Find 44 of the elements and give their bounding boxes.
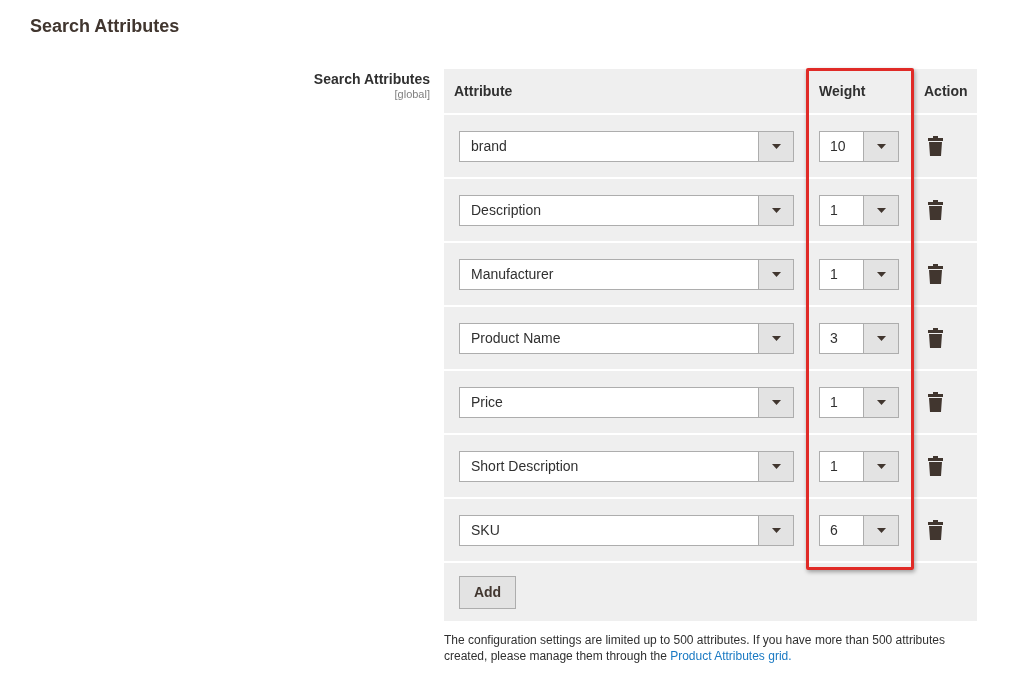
field-label: Search Attributes — [313, 71, 430, 87]
dropdown-arrow-icon — [876, 335, 886, 341]
dropdown-arrow-icon — [771, 527, 781, 533]
add-button[interactable]: Add — [459, 575, 516, 609]
attribute-select[interactable]: Product Name — [459, 322, 794, 354]
attribute-select[interactable]: Price — [459, 386, 794, 418]
trash-icon[interactable] — [928, 392, 943, 412]
attribute-select[interactable]: Short Description — [459, 450, 794, 482]
dropdown-arrow-icon — [876, 463, 886, 469]
trash-icon[interactable] — [928, 136, 943, 156]
dropdown-arrow-icon — [771, 399, 781, 405]
dropdown-arrow-icon — [771, 335, 781, 341]
weight-select[interactable]: 6 — [819, 514, 899, 546]
attribute-select[interactable]: Manufacturer — [459, 258, 794, 290]
weight-select[interactable]: 10 — [819, 130, 899, 162]
dropdown-arrow-icon — [771, 143, 781, 149]
weight-select[interactable]: 1 — [819, 194, 899, 226]
weight-select[interactable]: 1 — [819, 450, 899, 482]
dropdown-arrow-icon — [771, 463, 781, 469]
column-header: Attribute — [453, 83, 514, 99]
weight-select[interactable]: 1 — [819, 258, 899, 290]
trash-icon[interactable] — [928, 520, 943, 540]
product-attributes-link[interactable]: Product Attributes grid. — [670, 649, 792, 663]
dropdown-arrow-icon — [876, 527, 886, 533]
trash-icon[interactable] — [928, 200, 943, 220]
attribute-select[interactable]: SKU — [459, 514, 794, 546]
weight-select[interactable]: 1 — [819, 386, 899, 418]
trash-icon[interactable] — [928, 456, 943, 476]
scope-label: [global] — [394, 88, 430, 100]
dropdown-arrow-icon — [771, 271, 781, 277]
trash-icon[interactable] — [928, 264, 943, 284]
trash-icon[interactable] — [928, 328, 943, 348]
weight-select[interactable]: 3 — [819, 322, 899, 354]
dropdown-arrow-icon — [876, 143, 886, 149]
note-text: The configuration settings are limited up to 500 attributes. If you have more than 500 attributes created, please manage them through the Product Attributes grid. — [444, 632, 946, 664]
column-header: Weight — [818, 83, 867, 99]
column-header: Action — [923, 83, 969, 99]
attribute-select[interactable]: brand — [459, 130, 794, 162]
dropdown-arrow-icon — [876, 207, 886, 213]
dropdown-arrow-icon — [876, 271, 886, 277]
dropdown-arrow-icon — [876, 399, 886, 405]
dropdown-arrow-icon — [771, 207, 781, 213]
page-title: Search Attributes — [29, 15, 181, 37]
attribute-select[interactable]: Description — [459, 194, 794, 226]
